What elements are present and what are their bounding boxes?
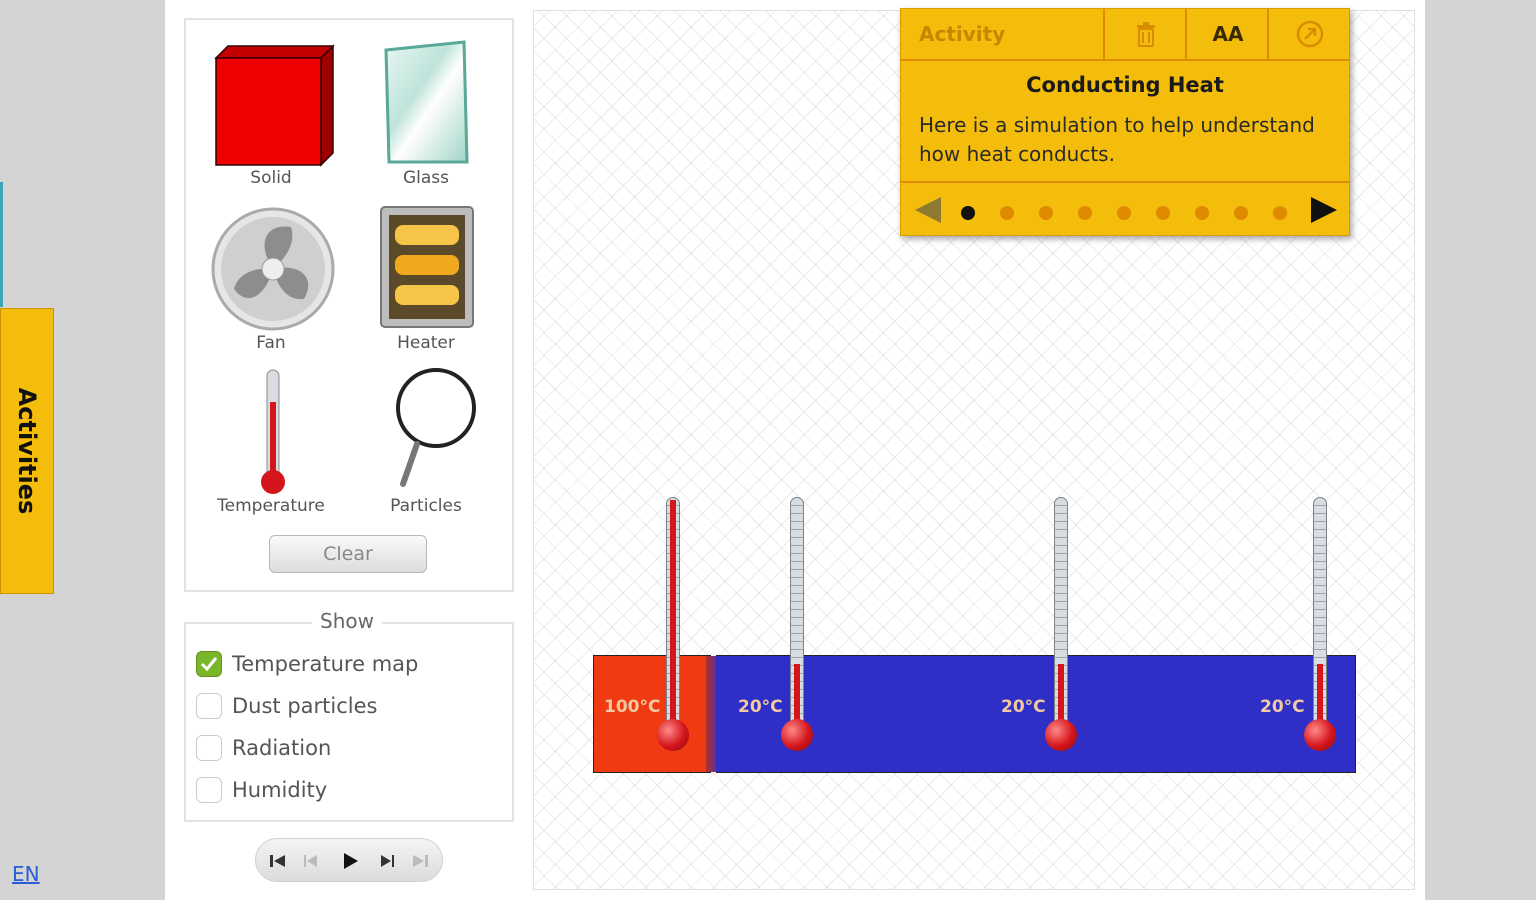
checkbox-label: Humidity <box>232 778 328 802</box>
thermometer-probe[interactable] <box>1042 497 1082 755</box>
language-link[interactable]: EN <box>12 862 40 886</box>
step-dot[interactable] <box>961 206 975 220</box>
temperature-reading: 20°C <box>738 697 783 717</box>
checkbox-box[interactable] <box>196 693 222 719</box>
checkbox-radiation[interactable]: Radiation <box>196 732 331 764</box>
play-icon[interactable] <box>336 847 364 875</box>
right-margin <box>1425 0 1536 900</box>
thermometer-tube <box>1054 497 1068 737</box>
thermometer-tube <box>666 497 680 737</box>
next-arrow-icon[interactable] <box>1311 197 1337 223</box>
magnifier-icon <box>396 368 476 487</box>
activity-navigation <box>901 181 1349 237</box>
tool-particles[interactable]: Particles <box>351 366 501 521</box>
skip-to-end-icon[interactable] <box>406 847 434 875</box>
tool-particles-label: Particles <box>390 496 462 516</box>
activity-text: Here is a simulation to help understand … <box>919 113 1315 166</box>
step-dot[interactable] <box>1234 206 1248 220</box>
thermometer-probe[interactable] <box>654 497 694 755</box>
step-dot[interactable] <box>1039 206 1053 220</box>
checkbox-humidity[interactable]: Humidity <box>196 774 327 806</box>
checkbox-box[interactable] <box>196 651 222 677</box>
fan-icon <box>211 207 335 331</box>
thermometer-icon <box>261 369 285 494</box>
clear-button[interactable]: Clear <box>269 535 427 573</box>
glass-pane-icon <box>384 40 469 164</box>
step-dot[interactable] <box>1000 206 1014 220</box>
playback-controls <box>255 838 443 882</box>
tool-heater[interactable]: Heater <box>351 203 501 358</box>
tool-glass-label: Glass <box>402 168 450 188</box>
step-dot[interactable] <box>1156 206 1170 220</box>
step-forward-icon[interactable] <box>372 847 400 875</box>
sidebar-accent-line <box>0 182 3 307</box>
thermometer-probe[interactable] <box>778 497 818 755</box>
tool-temperature[interactable]: Temperature <box>196 366 346 521</box>
tool-fan[interactable]: Fan <box>196 203 346 358</box>
thermometer-bulb <box>1045 719 1077 751</box>
checkbox-label: Dust particles <box>232 694 378 718</box>
step-dot[interactable] <box>1117 206 1131 220</box>
thermometer-tube <box>790 497 804 737</box>
activity-tab-label[interactable]: Activity <box>919 9 1005 59</box>
checkbox-label: Radiation <box>232 736 332 760</box>
activity-panel: Activity AA Conducting Heat Here is a si… <box>900 8 1350 236</box>
tool-solid[interactable]: Solid <box>196 38 346 193</box>
trash-icon[interactable] <box>1103 9 1187 59</box>
checkbox-label: Temperature map <box>232 652 419 676</box>
checkmark-icon <box>200 657 218 672</box>
temperature-reading: 100°C <box>604 697 661 717</box>
activities-tab-label: Activities <box>13 387 41 515</box>
show-panel-title: Show <box>312 609 382 633</box>
previous-arrow-icon[interactable] <box>915 197 941 223</box>
checkbox-dust-particles[interactable]: Dust particles <box>196 690 377 722</box>
thermometer-bulb <box>657 719 689 751</box>
temperature-reading: 20°C <box>1001 697 1046 717</box>
tool-heater-label: Heater <box>397 333 455 353</box>
tool-glass[interactable]: Glass <box>351 38 501 193</box>
step-dot[interactable] <box>1078 206 1092 220</box>
checkbox-box[interactable] <box>196 735 222 761</box>
activity-header: Activity AA <box>901 9 1349 61</box>
tool-fan-label: Fan <box>256 333 286 353</box>
temperature-reading: 20°C <box>1260 697 1305 717</box>
heater-icon <box>380 206 474 328</box>
checkbox-temperature-map[interactable]: Temperature map <box>196 648 418 680</box>
activities-tab[interactable]: Activities <box>0 308 54 594</box>
thermometer-bulb <box>781 719 813 751</box>
checkbox-box[interactable] <box>196 777 222 803</box>
thermometer-tube <box>1313 497 1327 737</box>
solid-block-icon <box>214 44 335 167</box>
step-dot[interactable] <box>1273 206 1287 220</box>
tool-solid-label: Solid <box>250 168 292 188</box>
step-back-icon[interactable] <box>298 847 326 875</box>
thermometer-probe[interactable] <box>1301 497 1341 755</box>
font-size-label: AA <box>1212 22 1244 46</box>
tool-temperature-label: Temperature <box>217 496 325 516</box>
font-size-button[interactable]: AA <box>1185 9 1269 59</box>
activity-heading: Conducting Heat <box>1026 73 1224 97</box>
close-icon[interactable] <box>1267 9 1351 59</box>
skip-to-start-icon[interactable] <box>264 847 292 875</box>
thermometer-bulb <box>1304 719 1336 751</box>
step-dot[interactable] <box>1195 206 1209 220</box>
